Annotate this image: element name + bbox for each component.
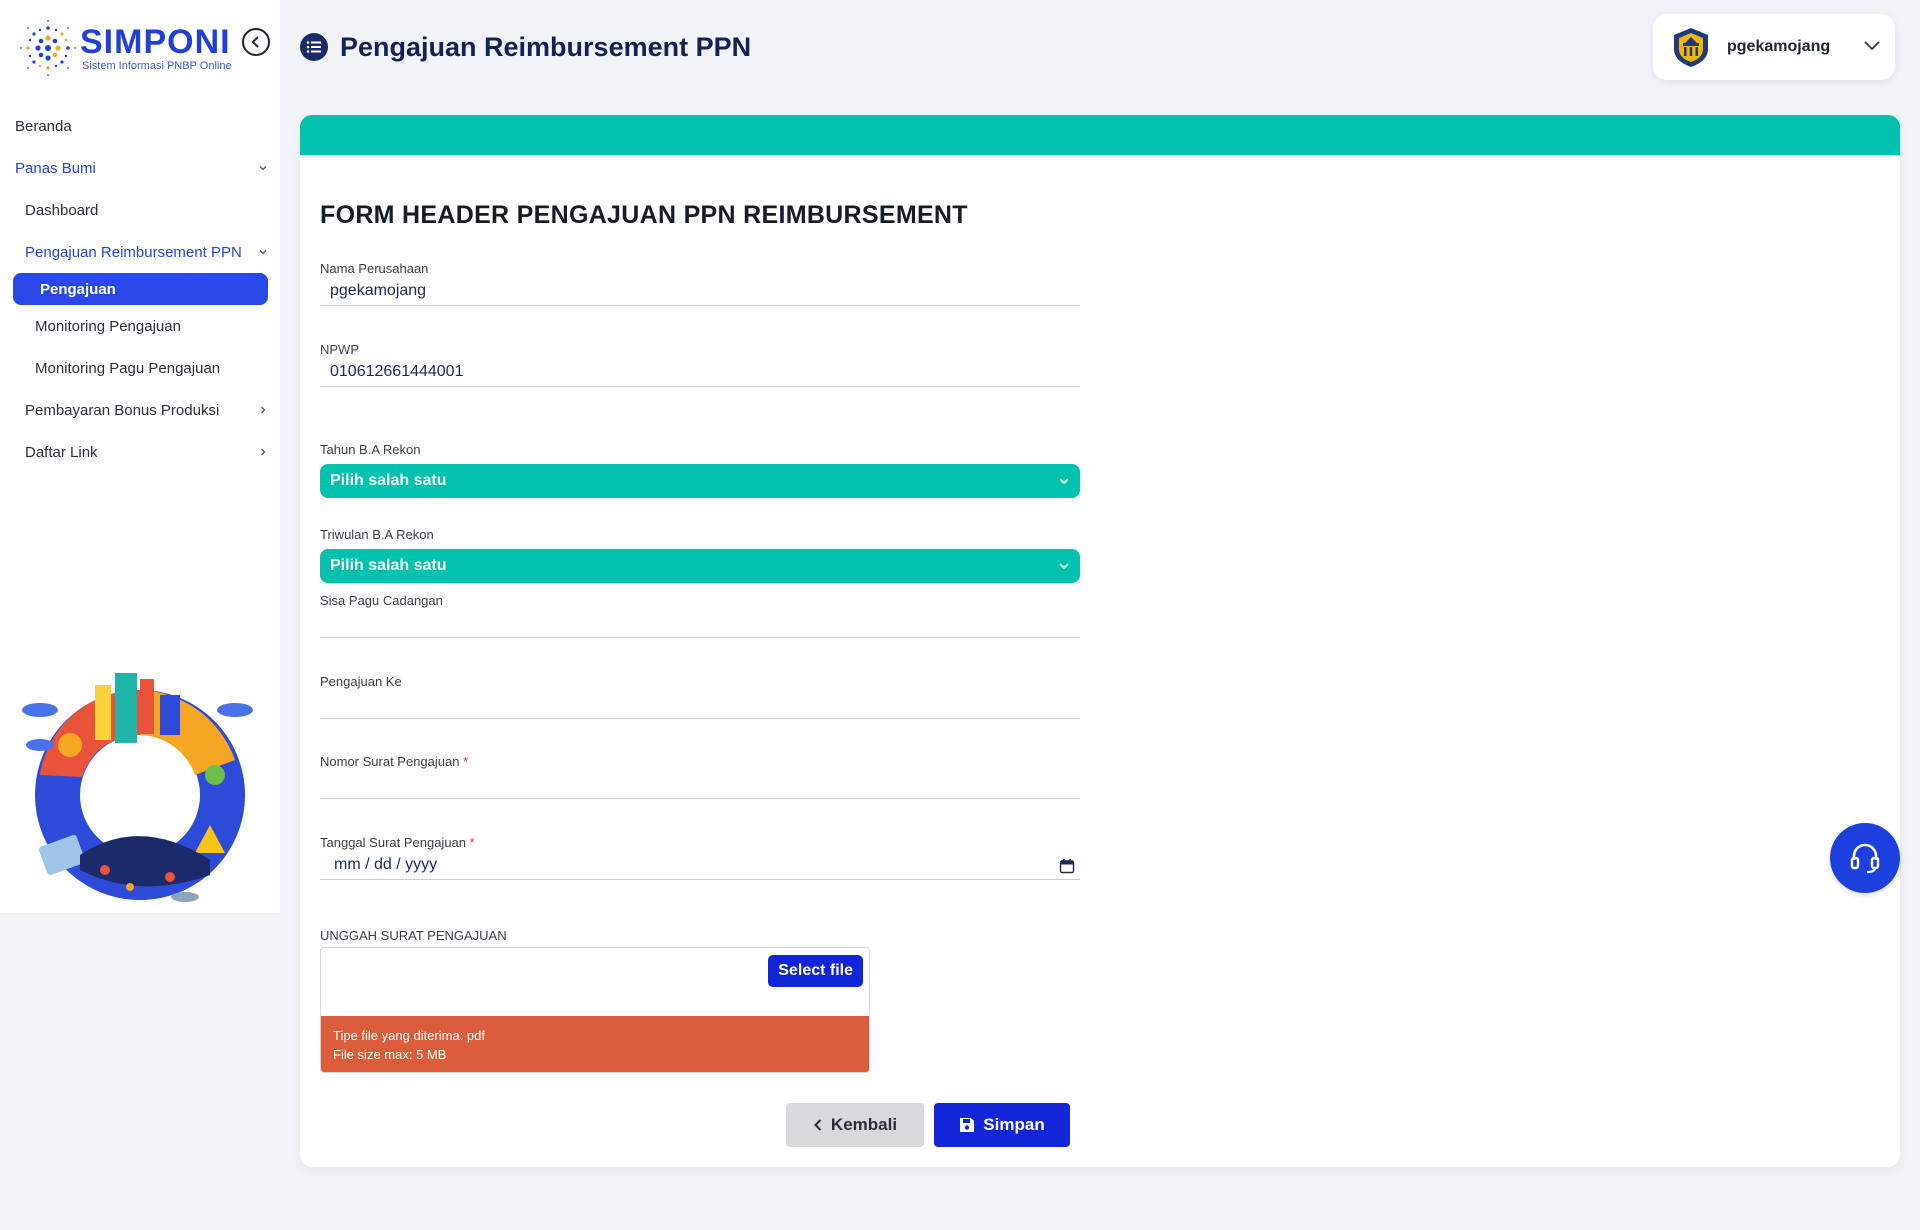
page-title: Pengajuan Reimbursement PPN bbox=[340, 31, 752, 62]
sidebar-item-daftar-link[interactable]: Daftar Link bbox=[0, 431, 280, 473]
chevron-down-icon bbox=[1059, 563, 1069, 570]
upload-info-size: File size max: 5 MB bbox=[333, 1047, 447, 1062]
upload-label: UNGGAH SURAT PENGAJUAN bbox=[320, 928, 507, 943]
sidebar-illustration bbox=[22, 673, 253, 902]
back-button[interactable]: Kembali bbox=[786, 1103, 924, 1147]
chevron-down-icon bbox=[1864, 41, 1880, 51]
form-card: FORM HEADER PENGAJUAN PPN REIMBURSEMENT … bbox=[300, 115, 1900, 1167]
sidebar-item-label: Pengajuan Reimbursement PPN bbox=[25, 243, 242, 261]
simponi-logo-icon bbox=[20, 20, 76, 76]
sidebar-item-pembayaran-bonus-produksi[interactable]: Pembayaran Bonus Produksi bbox=[0, 389, 280, 431]
field-nama-perusahaan: Nama Perusahaan pgekamojang bbox=[320, 261, 1080, 306]
field-npwp: NPWP 010612661444001 bbox=[320, 342, 1080, 387]
required-mark: * bbox=[463, 754, 469, 769]
sidebar-item-panas-bumi[interactable]: Panas Bumi bbox=[0, 147, 280, 189]
chevron-left-icon bbox=[814, 1119, 822, 1131]
nama-perusahaan-input[interactable]: pgekamojang bbox=[320, 276, 1080, 306]
tahun-ba-rekon-select[interactable]: Pilih salah satu bbox=[320, 464, 1080, 498]
field-label: Pengajuan Ke bbox=[320, 674, 402, 689]
pengajuan-ke-input[interactable] bbox=[320, 689, 1080, 719]
sidebar: SIMPONI Sistem Informasi PNBP Online Ber… bbox=[0, 0, 280, 913]
field-label: Triwulan B.A Rekon bbox=[320, 527, 434, 542]
list-icon bbox=[300, 33, 328, 61]
sidebar-item-label: Monitoring Pengajuan bbox=[35, 317, 181, 335]
save-button[interactable]: Simpan bbox=[934, 1103, 1070, 1147]
sidebar-item-monitoring-pengajuan[interactable]: Monitoring Pengajuan bbox=[0, 305, 280, 347]
ministry-logo-icon bbox=[1674, 28, 1708, 67]
brand-subtitle: Sistem Informasi PNBP Online bbox=[82, 60, 232, 72]
chevron-down-icon bbox=[1059, 478, 1069, 485]
field-nomor-surat-pengajuan: Nomor Surat Pengajuan * bbox=[320, 754, 1080, 799]
back-button-label: Kembali bbox=[830, 1115, 898, 1134]
user-menu[interactable]: pgekamojang bbox=[1653, 14, 1895, 80]
field-pengajuan-ke: Pengajuan Ke bbox=[320, 674, 1080, 719]
sidebar-item-pengajuan-reimbursement-ppn[interactable]: Pengajuan Reimbursement PPN bbox=[0, 231, 280, 273]
save-icon bbox=[960, 1118, 975, 1132]
upload-dropzone[interactable]: Select file Tipe file yang diterima: pdf… bbox=[320, 947, 870, 1073]
field-triwulan-ba-rekon: Triwulan B.A Rekon Pilih salah satu bbox=[320, 527, 1080, 583]
chevron-right-icon bbox=[261, 448, 266, 456]
brand-name: SIMPONI bbox=[80, 23, 231, 61]
sidebar-item-label: Panas Bumi bbox=[15, 159, 96, 177]
sidebar-item-label: Pembayaran Bonus Produksi bbox=[25, 401, 220, 419]
sidebar-nav: Beranda Panas Bumi Dashboard Pengajuan R… bbox=[0, 105, 280, 473]
select-file-button[interactable]: Select file bbox=[768, 955, 863, 987]
card-header-band bbox=[300, 115, 1900, 155]
sisa-pagu-cadangan-input[interactable] bbox=[320, 608, 1080, 638]
field-tahun-ba-rekon: Tahun B.A Rekon Pilih salah satu bbox=[320, 442, 1080, 498]
select-value: Pilih salah satu bbox=[330, 472, 447, 489]
sidebar-item-beranda[interactable]: Beranda bbox=[0, 105, 280, 147]
field-label: Tanggal Surat Pengajuan * bbox=[320, 835, 475, 850]
field-tanggal-surat-pengajuan: Tanggal Surat Pengajuan * mm / dd / yyyy bbox=[320, 835, 1080, 880]
calendar-icon[interactable] bbox=[1059, 858, 1075, 874]
brand-logo[interactable]: SIMPONI Sistem Informasi PNBP Online bbox=[18, 18, 278, 80]
triwulan-ba-rekon-select[interactable]: Pilih salah satu bbox=[320, 549, 1080, 583]
chevron-left-icon bbox=[251, 36, 259, 48]
chevron-down-icon bbox=[259, 166, 267, 171]
upload-info-type: Tipe file yang diterima: pdf bbox=[333, 1028, 485, 1043]
sidebar-item-pengajuan[interactable]: Pengajuan bbox=[13, 273, 268, 305]
collapse-sidebar-button[interactable] bbox=[242, 28, 270, 56]
npwp-input[interactable]: 010612661444001 bbox=[320, 357, 1080, 387]
chevron-down-icon bbox=[259, 250, 267, 255]
sidebar-item-label: Beranda bbox=[15, 117, 72, 135]
field-label: NPWP bbox=[320, 342, 359, 357]
help-support-button[interactable] bbox=[1830, 823, 1900, 893]
field-label: Tahun B.A Rekon bbox=[320, 442, 421, 457]
sidebar-item-label: Pengajuan bbox=[40, 280, 116, 298]
sidebar-item-dashboard[interactable]: Dashboard bbox=[0, 189, 280, 231]
date-placeholder: mm / dd / yyyy bbox=[334, 855, 438, 873]
chevron-right-icon bbox=[261, 406, 266, 414]
field-label: Nomor Surat Pengajuan * bbox=[320, 754, 469, 769]
sidebar-item-label: Daftar Link bbox=[25, 443, 98, 461]
sidebar-item-label: Monitoring Pagu Pengajuan bbox=[35, 359, 221, 377]
save-button-label: Simpan bbox=[983, 1115, 1045, 1134]
required-mark: * bbox=[469, 835, 475, 850]
sidebar-item-label: Dashboard bbox=[25, 201, 99, 219]
page-header: Pengajuan Reimbursement PPN bbox=[300, 28, 751, 66]
headset-icon bbox=[1850, 843, 1880, 874]
upload-info-panel: Tipe file yang diterima: pdf File size m… bbox=[321, 1016, 869, 1072]
sidebar-item-monitoring-pagu-pengajuan[interactable]: Monitoring Pagu Pengajuan bbox=[0, 347, 280, 389]
field-sisa-pagu-cadangan: Sisa Pagu Cadangan bbox=[320, 593, 1080, 638]
user-name: pgekamojang bbox=[1727, 38, 1831, 55]
select-value: Pilih salah satu bbox=[330, 557, 447, 574]
field-label: Sisa Pagu Cadangan bbox=[320, 593, 443, 608]
nomor-surat-pengajuan-input[interactable] bbox=[320, 769, 1080, 799]
tanggal-surat-pengajuan-input[interactable]: mm / dd / yyyy bbox=[320, 850, 1080, 880]
form-title: FORM HEADER PENGAJUAN PPN REIMBURSEMENT bbox=[320, 201, 968, 229]
field-label: Nama Perusahaan bbox=[320, 261, 429, 276]
